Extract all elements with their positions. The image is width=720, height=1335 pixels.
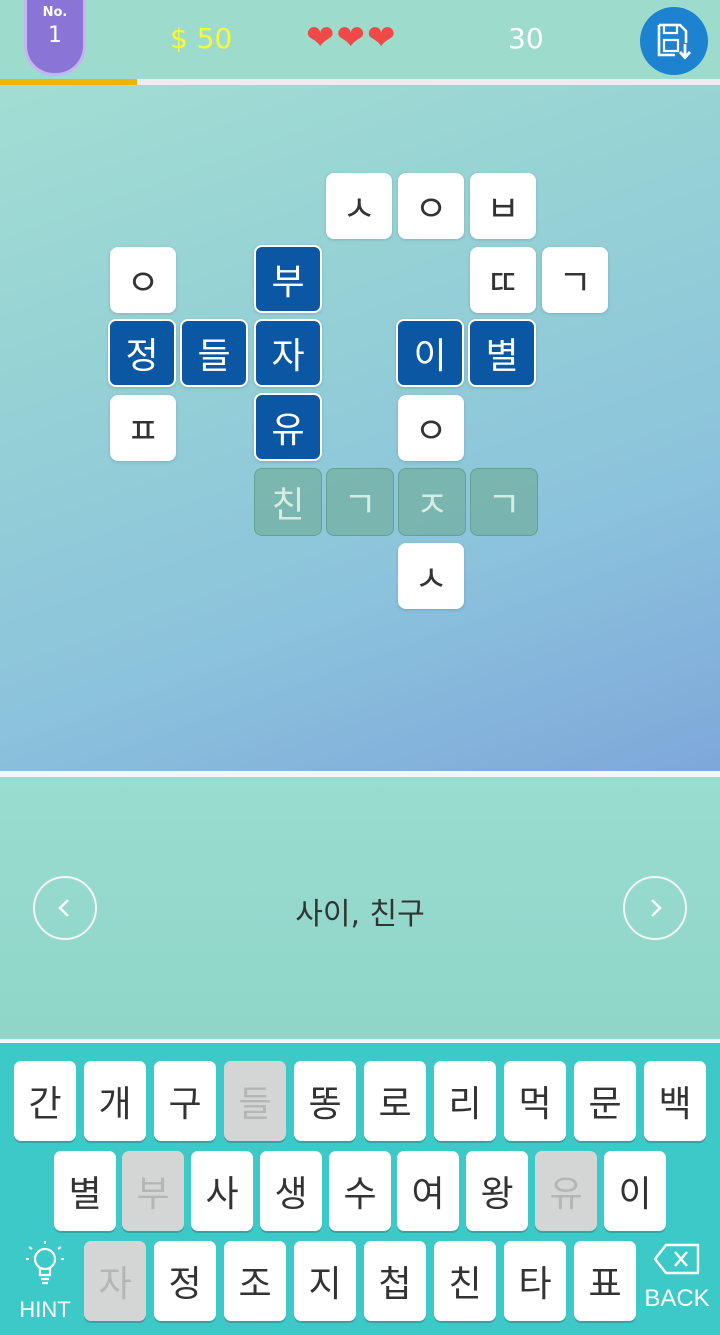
key-used[interactable]: 부 [122,1151,184,1231]
key[interactable]: 간 [14,1061,76,1141]
key[interactable]: 별 [54,1151,116,1231]
key[interactable]: 먹 [504,1061,566,1141]
key[interactable]: 문 [574,1061,636,1141]
key[interactable]: 생 [260,1151,322,1231]
grid-cell[interactable]: ㅅ [398,543,464,609]
grid-cell-solved[interactable]: 들 [180,319,248,387]
heart-icon: ❤ [367,18,396,58]
grid-cell-active[interactable]: ㅈ [398,468,466,536]
progress-bar [0,79,720,85]
key[interactable]: 백 [644,1061,706,1141]
key[interactable]: 똥 [294,1061,356,1141]
grid-cell-active[interactable]: ㄱ [470,468,538,536]
hint-label: HINT [19,1297,71,1322]
key[interactable]: 조 [224,1241,286,1321]
key-used[interactable]: 유 [535,1151,597,1231]
hint-button[interactable]: HINT [14,1239,76,1331]
level-number: 1 [48,23,62,48]
lives-hearts: ❤ ❤ ❤ [306,20,398,56]
puzzle-area: No. 1 $ 50 ❤ ❤ ❤ 30 ㅅ ㅇ ㅂ ㅇ 부 ㄸ ㄱ 정 들 자 … [0,0,720,772]
grid-cell[interactable]: ㅂ [470,173,536,239]
key[interactable]: 타 [504,1241,566,1321]
grid-cell[interactable]: ㄸ [470,247,536,313]
save-button[interactable] [640,7,708,75]
grid-cell-active[interactable]: ㄱ [326,468,394,536]
level-badge: No. 1 [24,0,86,76]
key[interactable]: 정 [154,1241,216,1321]
heart-icon: ❤ [306,18,335,58]
grid-cell[interactable]: ㅇ [398,173,464,239]
chevron-right-icon [651,899,662,917]
grid-cell[interactable]: ㄱ [542,247,608,313]
key[interactable]: 첩 [364,1241,426,1321]
grid-cell-solved[interactable]: 유 [254,393,322,461]
progress-fill [0,79,137,85]
key[interactable]: 지 [294,1241,356,1321]
grid-cell[interactable]: ㅅ [326,173,392,239]
backspace-icon [653,1243,700,1275]
grid-cell[interactable]: ㅇ [398,395,464,461]
clue-text: 사이, 친구 [295,897,425,932]
grid-cell[interactable]: ㅇ [110,247,176,313]
key[interactable]: 이 [604,1151,666,1231]
key-used[interactable]: 들 [224,1061,286,1141]
level-label: No. [42,5,68,20]
key[interactable]: 표 [574,1241,636,1321]
key[interactable]: 왕 [466,1151,528,1231]
key[interactable]: 사 [191,1151,253,1231]
back-label: BACK [644,1285,710,1312]
grid-cell-active[interactable]: 친 [254,468,322,536]
grid-cell-solved[interactable]: 이 [396,319,464,387]
heart-icon: ❤ [336,18,366,58]
next-clue-button[interactable] [623,876,687,940]
key[interactable]: 개 [84,1061,146,1141]
grid-cell-solved[interactable]: 별 [468,319,536,387]
key[interactable]: 여 [397,1151,459,1231]
lightbulb-icon [26,1241,64,1285]
top-bar: No. 1 $ 50 ❤ ❤ ❤ 30 [0,0,720,80]
score-counter: 30 [508,22,544,55]
key[interactable]: 로 [364,1061,426,1141]
syllable-keyboard: 간 개 구 들 똥 로 리 먹 문 백 별 부 사 생 수 여 왕 유 이 자 … [0,1039,720,1335]
key[interactable]: 친 [434,1241,496,1321]
key-used[interactable]: 자 [84,1241,146,1321]
backspace-button[interactable]: BACK [640,1239,714,1331]
grid-cell-solved[interactable]: 정 [108,319,176,387]
key[interactable]: 리 [434,1061,496,1141]
clue-panel: 사이, 친구 [0,777,720,1039]
key[interactable]: 수 [329,1151,391,1231]
grid-cell[interactable]: ㅍ [110,395,176,461]
money-counter: $ 50 [170,22,233,55]
grid-cell-solved[interactable]: 부 [254,245,322,313]
grid-cell-solved[interactable]: 자 [254,319,322,387]
key[interactable]: 구 [154,1061,216,1141]
save-icon [657,23,692,60]
